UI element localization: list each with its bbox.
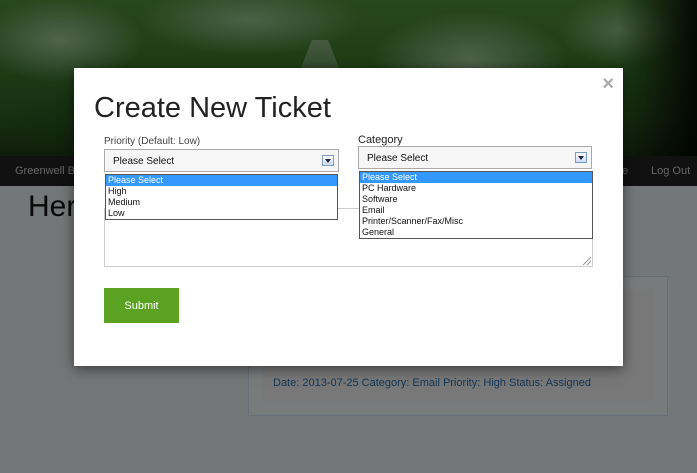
priority-option[interactable]: Medium [106,197,337,208]
chevron-down-icon[interactable] [575,152,587,163]
priority-option[interactable]: Low [106,208,337,219]
category-option[interactable]: General [360,227,592,238]
category-option[interactable]: Email [360,205,592,216]
priority-option[interactable]: High [106,186,337,197]
category-option[interactable]: Printer/Scanner/Fax/Misc [360,216,592,227]
close-icon[interactable]: × [602,74,614,94]
priority-label: Priority (Default: Low) [104,136,201,147]
submit-button[interactable]: Submit [104,288,179,323]
priority-selected-value: Please Select [113,156,175,167]
modal-title: Create New Ticket [94,92,331,124]
category-label: Category [358,134,403,146]
category-option[interactable]: PC Hardware [360,183,592,194]
priority-dropdown-list: Please Select High Medium Low [105,174,338,220]
category-option[interactable]: Please Select [360,172,592,183]
category-selected-value: Please Select [367,153,429,164]
category-option[interactable]: Software [360,194,592,205]
priority-option[interactable]: Please Select [106,175,337,186]
chevron-down-icon[interactable] [322,155,334,166]
category-select[interactable]: Please Select [358,146,592,169]
category-dropdown-list: Please Select PC Hardware Software Email… [359,171,593,239]
resize-grip-icon[interactable] [583,257,591,265]
priority-select[interactable]: Please Select [104,149,339,172]
